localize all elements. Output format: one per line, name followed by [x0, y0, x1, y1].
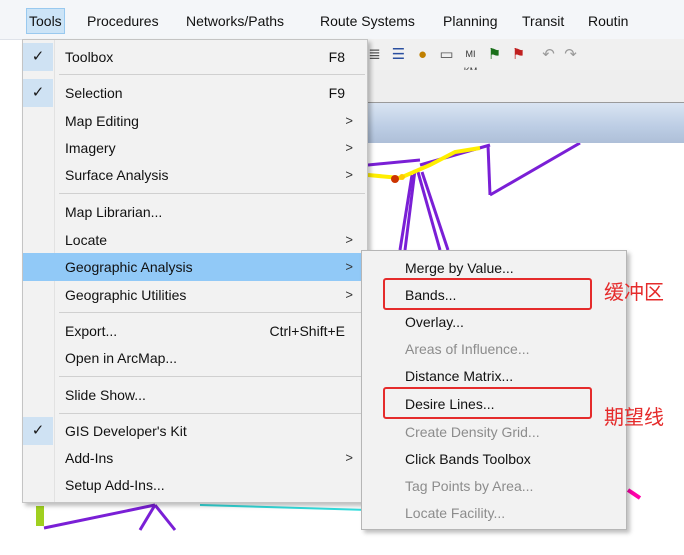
submenu-item-areas-of-influence: Areas of Influence... [362, 336, 626, 363]
submenu-item-label: Click Bands Toolbox [405, 451, 531, 467]
submenu-item-tag-points-by-area: Tag Points by Area... [362, 473, 626, 500]
menu-item-label: Open in ArcMap... [65, 350, 178, 366]
submenu-item-distance-matrix[interactable]: Distance Matrix... [362, 363, 626, 390]
menu-item-export[interactable]: Export... Ctrl+Shift+E [23, 317, 367, 345]
menu-item-add-ins[interactable]: Add-Ins > [23, 444, 367, 472]
menu-procedures[interactable]: Procedures [87, 11, 159, 31]
layers-icon[interactable]: ≣ [366, 46, 383, 63]
flag-icon[interactable]: ⚑ [486, 46, 503, 63]
submenu-item-click-bands-toolbox[interactable]: Click Bands Toolbox [362, 446, 626, 473]
menu-item-geographic-utilities[interactable]: Geographic Utilities > [23, 281, 367, 309]
menu-item-label: GIS Developer's Kit [65, 423, 187, 439]
submenu-item-label: Overlay... [405, 314, 464, 330]
shortcut-text: F9 [328, 85, 345, 101]
highlight-box-bands [383, 278, 592, 310]
submenu-arrow-icon: > [345, 113, 353, 128]
submenu-item-label: Areas of Influence... [405, 341, 530, 357]
annotation-desire-lines: 期望线 [604, 405, 664, 429]
menu-item-label: Selection [65, 85, 123, 101]
submenu-arrow-icon: > [345, 287, 353, 302]
separator [59, 376, 365, 377]
highlight-box-desire-lines [383, 387, 592, 419]
menu-item-label: Slide Show... [65, 387, 146, 403]
redo-icon[interactable]: ↷ [562, 46, 579, 63]
flag-remove-icon[interactable]: ⚑ [510, 46, 527, 63]
menu-item-geographic-analysis[interactable]: Geographic Analysis > [23, 253, 367, 281]
submenu-arrow-icon: > [345, 232, 353, 247]
menu-route-systems[interactable]: Route Systems [320, 11, 415, 31]
secondary-toolbar [358, 70, 684, 103]
submenu-arrow-icon: > [345, 167, 353, 182]
menu-transit[interactable]: Transit [522, 11, 564, 31]
submenu-arrow-icon: > [345, 259, 353, 274]
label-icon[interactable]: ▭ [438, 46, 455, 63]
checkmark-icon: ✓ [23, 43, 53, 71]
menu-item-map-editing[interactable]: Map Editing > [23, 107, 367, 135]
menu-item-label: Geographic Utilities [65, 287, 187, 303]
submenu-arrow-icon: > [345, 450, 353, 465]
menu-item-label: Setup Add-Ins... [65, 477, 165, 493]
toolbar: ≣ ☰ ● ▭ MI KM ⚑ ⚑ ↶ ↷ [358, 39, 684, 76]
menu-item-imagery[interactable]: Imagery > [23, 134, 367, 162]
menu-item-label: Surface Analysis [65, 167, 169, 183]
annotation-bands: 缓冲区 [604, 280, 664, 304]
menu-planning[interactable]: Planning [443, 11, 498, 31]
submenu-item-label: Locate Facility... [405, 505, 506, 521]
menu-item-map-librarian[interactable]: Map Librarian... [23, 198, 367, 226]
shortcut-text: F8 [328, 49, 345, 65]
tools-menu: ✓ Toolbox F8 ✓ Selection F9 Map Editing … [22, 39, 368, 503]
undo-icon[interactable]: ↶ [540, 46, 557, 63]
list-icon[interactable]: ☰ [390, 46, 407, 63]
submenu-item-label: Create Density Grid... [405, 424, 540, 440]
menu-networks-paths[interactable]: Networks/Paths [186, 11, 284, 31]
menu-item-locate[interactable]: Locate > [23, 226, 367, 254]
submenu-item-overlay[interactable]: Overlay... [362, 309, 626, 336]
submenu-item-label: Tag Points by Area... [405, 478, 534, 494]
separator [59, 312, 365, 313]
submenu-item-locate-facility: Locate Facility... [362, 500, 626, 527]
menu-bar: Tools Procedures Networks/Paths Route Sy… [0, 0, 684, 40]
separator [59, 74, 365, 75]
menu-item-label: Toolbox [65, 49, 114, 65]
menu-item-label: Map Editing [65, 113, 139, 129]
menu-item-open-in-arcmap[interactable]: Open in ArcMap... [23, 344, 367, 372]
checkmark-icon: ✓ [23, 79, 53, 107]
separator [59, 193, 365, 194]
submenu-item-label: Distance Matrix... [405, 368, 514, 384]
menu-item-label: Map Librarian... [65, 204, 163, 220]
submenu-arrow-icon: > [345, 140, 353, 155]
checkmark-icon: ✓ [23, 417, 53, 445]
menu-item-gis-developers-kit[interactable]: ✓ GIS Developer's Kit [23, 417, 367, 445]
menu-item-label: Locate [65, 232, 108, 248]
shortcut-text: Ctrl+Shift+E [269, 323, 345, 339]
map-window-titlebar [358, 103, 684, 143]
palette-icon[interactable]: ● [414, 46, 431, 63]
menu-item-label: Add-Ins [65, 450, 114, 466]
menu-item-toolbox[interactable]: ✓ Toolbox F8 [23, 43, 367, 71]
menu-item-slide-show[interactable]: Slide Show... [23, 381, 367, 409]
menu-item-label: Geographic Analysis [65, 259, 193, 275]
submenu-item-create-density-grid: Create Density Grid... [362, 419, 626, 446]
menu-item-selection[interactable]: ✓ Selection F9 [23, 79, 367, 107]
menu-tools[interactable]: Tools [26, 8, 65, 34]
menu-item-label: Imagery [65, 140, 116, 156]
units-icon[interactable]: MI KM [462, 46, 479, 76]
menu-item-setup-add-ins[interactable]: Setup Add-Ins... [23, 471, 367, 499]
menu-item-label: Export... [65, 323, 118, 339]
menu-item-surface-analysis[interactable]: Surface Analysis > [23, 161, 367, 189]
menu-routing[interactable]: Routin [588, 11, 628, 31]
separator [59, 413, 365, 414]
